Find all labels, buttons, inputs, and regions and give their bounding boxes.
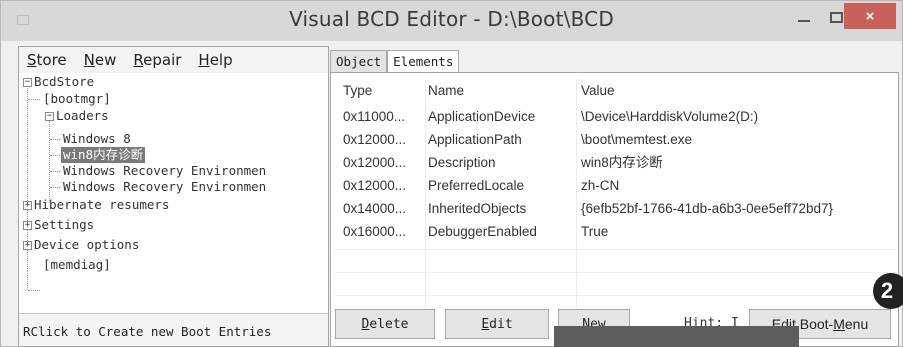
close-icon: × xyxy=(865,7,875,25)
tab-strip: Object Elements xyxy=(330,50,460,73)
main-window: Visual BCD Editor - D:\Boot\BCD × Store … xyxy=(0,0,903,347)
cell-name: InheritedObjects xyxy=(428,201,527,216)
minimize-icon xyxy=(798,20,810,22)
edit-mnemonic: E xyxy=(481,316,490,332)
maximize-icon xyxy=(829,11,843,23)
menu-help-label: elp xyxy=(209,51,233,69)
tree-node-loader[interactable]: Windows Recovery Environmen xyxy=(63,163,266,179)
tree-connector xyxy=(50,139,60,140)
table-row[interactable]: 0x16000... DebuggerEnabled True xyxy=(335,220,896,243)
cell-value: {6efb52bf-1766-41db-a6b3-0ee5eff72bd7} xyxy=(581,201,833,216)
cell-type: 0x12000... xyxy=(343,132,407,147)
table-row[interactable]: 0x11000... ApplicationDevice \Device\Har… xyxy=(335,105,896,128)
menu-help[interactable]: Help xyxy=(198,51,232,69)
menu-new[interactable]: New xyxy=(84,51,117,69)
title-bar[interactable]: Visual BCD Editor - D:\Boot\BCD × xyxy=(1,1,902,41)
bcd-tree[interactable]: − BcdStore [bootmgr] − Loaders Windows 8… xyxy=(19,74,328,314)
menu-repair-label: epair xyxy=(143,51,182,69)
left-pane: Store New Repair Help − BcdStore [bootmg… xyxy=(18,46,329,347)
tree-node-device-options[interactable]: Device options xyxy=(34,237,139,253)
edit-boot-menu-label-rest: enu xyxy=(844,316,869,332)
cell-value: zh-CN xyxy=(581,178,620,193)
cell-value: win8内存诊断 xyxy=(581,155,663,170)
menu-store[interactable]: Store xyxy=(27,51,67,69)
menu-bar: Store New Repair Help xyxy=(19,47,328,73)
collapse-icon[interactable]: − xyxy=(45,112,54,121)
tree-connector xyxy=(28,290,40,291)
tree-node-bootmgr[interactable]: [bootmgr] xyxy=(43,91,111,107)
delete-mnemonic: D xyxy=(361,316,370,332)
delete-button[interactable]: Delete xyxy=(335,309,435,339)
table-row[interactable]: 0x14000... InheritedObjects {6efb52bf-17… xyxy=(335,197,896,220)
cell-value: \boot\memtest.exe xyxy=(581,132,693,147)
menu-new-label: ew xyxy=(94,51,117,69)
cell-name: ApplicationDevice xyxy=(428,109,536,124)
tree-connector xyxy=(28,99,40,100)
tree-node-loader-selected[interactable]: win8内存诊断 xyxy=(61,147,146,163)
cell-value: \Device\HarddiskVolume2(D:) xyxy=(581,109,759,124)
tree-node-bcdstore[interactable]: BcdStore xyxy=(34,74,94,90)
step-badge: 2 xyxy=(873,273,903,309)
cell-type: 0x14000... xyxy=(343,201,407,216)
delete-label: elete xyxy=(369,316,409,332)
expand-icon[interactable]: + xyxy=(23,241,32,250)
tab-elements[interactable]: Elements xyxy=(387,50,460,73)
tab-object[interactable]: Object xyxy=(330,50,388,72)
column-header-type[interactable]: Type xyxy=(343,79,423,102)
status-bar: RClick to Create new Boot Entries xyxy=(19,313,328,346)
tree-connector xyxy=(50,187,60,188)
row-divider xyxy=(335,249,896,250)
cell-name: ApplicationPath xyxy=(428,132,522,147)
table-row[interactable]: 0x12000... ApplicationPath \boot\memtest… xyxy=(335,128,896,151)
cell-name: DebuggerEnabled xyxy=(428,224,537,239)
menu-store-label: tore xyxy=(36,51,67,69)
elements-panel: Type Name Value 0x11000... ApplicationDe… xyxy=(330,72,899,347)
menu-repair[interactable]: Repair xyxy=(133,51,181,69)
menu-repair-mnemonic: R xyxy=(133,51,144,69)
expand-icon[interactable]: + xyxy=(23,221,32,230)
cell-type: 0x16000... xyxy=(343,224,407,239)
expand-icon[interactable]: + xyxy=(23,201,32,210)
menu-help-mnemonic: H xyxy=(198,51,210,69)
redaction-overlay xyxy=(554,326,799,347)
cell-type: 0x11000... xyxy=(343,109,406,124)
cell-type: 0x12000... xyxy=(343,155,407,170)
edit-button[interactable]: Edit xyxy=(445,309,549,339)
row-divider xyxy=(335,272,896,273)
tree-node-loaders[interactable]: Loaders xyxy=(56,108,109,124)
cell-name: Description xyxy=(428,155,496,170)
table-row[interactable]: 0x12000... PreferredLocale zh-CN xyxy=(335,174,896,197)
edit-label: dit xyxy=(489,316,513,332)
table-row[interactable]: 0x12000... Description win8内存诊断 xyxy=(335,151,896,174)
menu-store-mnemonic: S xyxy=(27,51,37,69)
tree-node-memdiag[interactable]: [memdiag] xyxy=(43,257,111,273)
grid-header: Type Name Value xyxy=(335,79,896,102)
edit-boot-menu-mnemonic: M xyxy=(833,316,845,332)
row-divider xyxy=(335,295,896,296)
tree-connector xyxy=(50,155,60,156)
tree-connector xyxy=(27,270,28,290)
cell-type: 0x12000... xyxy=(343,178,407,193)
column-header-value[interactable]: Value xyxy=(581,79,896,102)
column-header-name[interactable]: Name xyxy=(428,79,578,102)
cell-name: PreferredLocale xyxy=(428,178,525,193)
tree-node-loader[interactable]: Windows 8 xyxy=(63,131,131,147)
cell-value: True xyxy=(581,224,609,239)
close-button[interactable]: × xyxy=(844,3,896,29)
collapse-icon[interactable]: − xyxy=(23,78,32,87)
tree-node-loader[interactable]: Windows Recovery Environmen xyxy=(63,179,266,195)
tree-connector xyxy=(49,121,50,203)
minimize-button[interactable] xyxy=(789,3,819,31)
menu-new-mnemonic: N xyxy=(83,51,95,69)
window-title: Visual BCD Editor - D:\Boot\BCD xyxy=(289,7,614,31)
tree-node-hibernate[interactable]: Hibernate resumers xyxy=(34,197,169,213)
tree-connector xyxy=(50,171,60,172)
tree-node-settings[interactable]: Settings xyxy=(34,217,94,233)
